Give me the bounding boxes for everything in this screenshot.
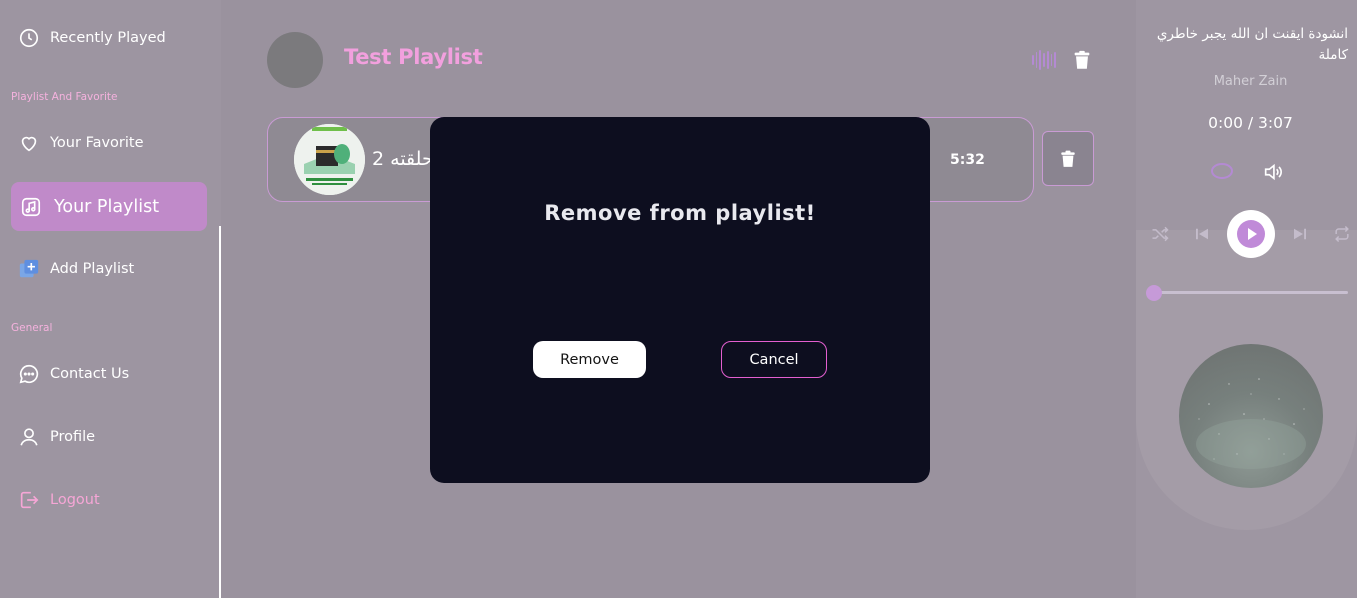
sidebar-item-favorite[interactable]: Your Favorite [11,121,207,165]
progress-bar[interactable] [1154,291,1348,294]
now-playing-artist: Maher Zain [1213,74,1288,89]
sidebar-item-recently-played[interactable]: Recently Played [11,16,207,60]
remove-dialog: Remove from playlist! Remove Cancel [430,117,930,483]
heart-icon [21,136,37,152]
sidebar-item-label: Logout [50,492,100,508]
sidebar-item-label: Your Playlist [54,196,160,217]
shuffle-icon[interactable] [1148,222,1172,246]
remove-button[interactable]: Remove [533,341,646,378]
playlist-cover [267,32,323,88]
heart-outline-icon[interactable] [1209,160,1235,182]
clock-icon [19,28,39,48]
user-icon [20,428,38,446]
sidebar: Recently Played Playlist And Favorite Yo… [0,0,221,598]
logout-icon [20,491,39,509]
sidebar-item-add-playlist[interactable]: Add Playlist [11,247,207,291]
play-button[interactable] [1227,210,1275,258]
remove-song-button[interactable] [1042,131,1094,186]
repeat-icon[interactable] [1330,222,1354,246]
music-library-icon [21,197,41,216]
equalizer-icon[interactable] [1032,50,1057,70]
cancel-button[interactable]: Cancel [721,341,827,378]
now-playing-title: انشودة ايقنت ان الله يجبر خاطري كاملة [1156,26,1348,63]
section-label-playlist: Playlist And Favorite [11,91,118,103]
sidebar-item-label: Add Playlist [50,261,135,277]
now-playing-panel: انشودة ايقنت ان الله يجبر خاطري كاملة Ma… [1136,0,1357,598]
sidebar-item-contact[interactable]: Contact Us [11,352,207,396]
page-title: Test Playlist [344,45,483,69]
song-duration: 5:32 [950,152,985,168]
sidebar-item-playlist[interactable]: Your Playlist [11,182,207,231]
dialog-title: Remove from playlist! [544,201,816,225]
sidebar-item-label: Your Favorite [50,135,144,151]
previous-icon[interactable] [1190,222,1214,246]
delete-playlist-icon[interactable] [1071,49,1093,71]
playback-time: 0:00 / 3:07 [1208,114,1293,132]
progress-handle[interactable] [1146,285,1162,301]
album-art [1179,344,1323,488]
play-icon [1237,220,1265,248]
sidebar-item-label: Profile [50,429,96,445]
sidebar-item-profile[interactable]: Profile [11,415,207,459]
section-label-general: General [11,322,53,334]
volume-icon[interactable] [1261,160,1285,184]
trash-icon [1061,150,1075,167]
sidebar-item-logout[interactable]: Logout [11,478,207,522]
song-thumbnail [294,124,365,195]
sidebar-item-label: Contact Us [50,366,130,382]
chat-icon [19,364,39,384]
add-playlist-icon [19,259,39,278]
sidebar-item-label: Recently Played [50,30,166,46]
next-icon[interactable] [1288,222,1312,246]
